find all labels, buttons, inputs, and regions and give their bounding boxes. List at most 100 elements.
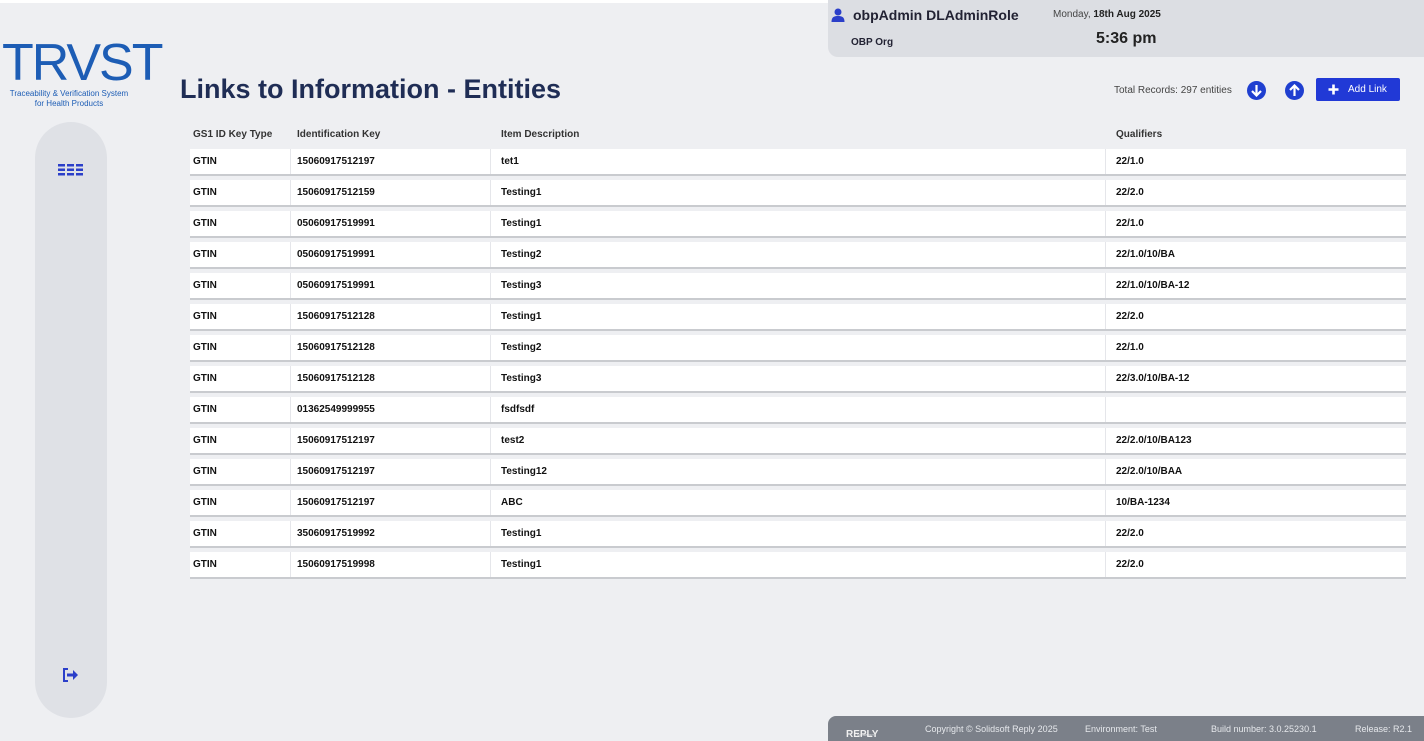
cell-key-type: GTIN xyxy=(193,559,217,570)
column-separator xyxy=(490,366,491,391)
user-icon xyxy=(831,8,845,22)
table-row[interactable]: GTIN 15060917512197 ABC 10/BA-1234 xyxy=(190,490,1406,515)
column-separator xyxy=(290,490,291,515)
cell-identification-key: 15060917512128 xyxy=(297,342,375,353)
arrow-up-icon xyxy=(1289,84,1300,96)
cell-key-type: GTIN xyxy=(193,497,217,508)
column-header-key-type[interactable]: GS1 ID Key Type xyxy=(193,129,272,140)
column-separator xyxy=(1105,428,1106,453)
table-row[interactable]: GTIN 15060917512128 Testing1 22/2.0 xyxy=(190,304,1406,329)
column-separator xyxy=(290,552,291,577)
cell-identification-key: 15060917512128 xyxy=(297,311,375,322)
column-separator xyxy=(490,180,491,205)
cell-identification-key: 15060917512197 xyxy=(297,466,375,477)
cell-item-description: Testing1 xyxy=(501,311,542,322)
logo-subtitle: Traceability & Verification System for H… xyxy=(0,89,144,109)
cell-item-description: Testing3 xyxy=(501,373,542,384)
cell-identification-key: 05060917519991 xyxy=(297,249,375,260)
column-separator xyxy=(290,211,291,236)
column-separator xyxy=(490,149,491,174)
cell-key-type: GTIN xyxy=(193,466,217,477)
column-separator xyxy=(490,521,491,546)
column-separator xyxy=(1105,211,1106,236)
column-separator xyxy=(490,335,491,360)
column-separator xyxy=(490,211,491,236)
cell-identification-key: 15060917512197 xyxy=(297,156,375,167)
cell-qualifiers: 22/2.0 xyxy=(1116,559,1144,570)
cell-key-type: GTIN xyxy=(193,218,217,229)
cell-identification-key: 15060917512197 xyxy=(297,497,375,508)
column-separator xyxy=(290,304,291,329)
logout-icon[interactable] xyxy=(62,668,80,682)
logo-subtitle-line2: for Health Products xyxy=(34,99,104,108)
sort-down-button[interactable] xyxy=(1247,81,1266,100)
logo-mark: TRVST xyxy=(2,34,164,92)
footer-build: Build number: 3.0.25230.1 xyxy=(1211,724,1317,734)
cell-identification-key: 05060917519991 xyxy=(297,280,375,291)
cell-identification-key: 01362549999955 xyxy=(297,404,375,415)
cell-identification-key: 15060917512197 xyxy=(297,435,375,446)
table-row[interactable]: GTIN 15060917512197 Testing12 22/2.0/10/BAA xyxy=(190,459,1406,484)
cell-identification-key: 15060917512159 xyxy=(297,187,375,198)
cell-item-description: Testing1 xyxy=(501,218,542,229)
column-header-identification-key[interactable]: Identification Key xyxy=(297,129,380,140)
column-separator xyxy=(290,149,291,174)
column-header-qualifiers[interactable]: Qualifiers xyxy=(1116,129,1162,140)
table-row[interactable]: GTIN 15060917512197 tet1 22/1.0 xyxy=(190,149,1406,174)
table-row[interactable]: GTIN 15060917512159 Testing1 22/2.0 xyxy=(190,180,1406,205)
date-display: Monday, 18th Aug 2025 xyxy=(1053,9,1161,20)
column-separator xyxy=(1105,459,1106,484)
table-row[interactable]: GTIN 15060917512128 Testing3 22/3.0/10/BA-1… xyxy=(190,366,1406,391)
column-separator xyxy=(490,490,491,515)
column-header-item-description[interactable]: Item Description xyxy=(501,129,579,140)
cell-qualifiers: 22/1.0 xyxy=(1116,156,1144,167)
column-separator xyxy=(1105,180,1106,205)
add-link-label: Add Link xyxy=(1348,84,1387,95)
sidebar xyxy=(35,122,107,718)
column-separator xyxy=(490,242,491,267)
column-separator xyxy=(1105,149,1106,174)
column-separator xyxy=(290,459,291,484)
cell-qualifiers: 22/2.0 xyxy=(1116,528,1144,539)
table-row[interactable]: GTIN 35060917519992 Testing1 22/2.0 xyxy=(190,521,1406,546)
cell-qualifiers: 22/2.0 xyxy=(1116,187,1144,198)
reply-brand-sub: SOLIDSOFT xyxy=(857,733,875,737)
column-separator xyxy=(1105,242,1106,267)
add-link-button[interactable]: Add Link xyxy=(1316,78,1400,101)
plus-icon xyxy=(1328,84,1339,95)
column-separator xyxy=(1105,490,1106,515)
cell-qualifiers: 22/1.0/10/BA xyxy=(1116,249,1175,260)
column-separator xyxy=(490,273,491,298)
cell-key-type: GTIN xyxy=(193,311,217,322)
table-row[interactable]: GTIN 05060917519991 Testing3 22/1.0/10/BA-1… xyxy=(190,273,1406,298)
cell-qualifiers: 22/2.0 xyxy=(1116,311,1144,322)
column-separator xyxy=(1105,304,1106,329)
sort-up-button[interactable] xyxy=(1285,81,1304,100)
table-body: GTIN 15060917512197 tet1 22/1.0 GTIN 15060917… xyxy=(190,149,1406,577)
table-row[interactable]: GTIN 05060917519991 Testing1 22/1.0 xyxy=(190,211,1406,236)
column-separator xyxy=(1105,335,1106,360)
table-row[interactable]: GTIN 15060917512197 test2 22/2.0/10/BA123 xyxy=(190,428,1406,453)
grid-menu-icon[interactable] xyxy=(58,162,84,178)
cell-item-description: Testing1 xyxy=(501,559,542,570)
logo-subtitle-line1: Traceability & Verification System xyxy=(9,89,129,98)
table-row[interactable]: GTIN 05060917519991 Testing2 22/1.0/10/BA xyxy=(190,242,1406,267)
cell-key-type: GTIN xyxy=(193,156,217,167)
column-separator xyxy=(1105,397,1106,422)
table-row[interactable]: GTIN 01362549999955 fsdfsdf xyxy=(190,397,1406,422)
cell-qualifiers: 22/3.0/10/BA-12 xyxy=(1116,373,1190,384)
table-row[interactable]: GTIN 15060917519998 Testing1 22/2.0 xyxy=(190,552,1406,577)
cell-item-description: ABC xyxy=(501,497,523,508)
cell-qualifiers: 22/2.0/10/BAA xyxy=(1116,466,1183,477)
cell-qualifiers: 22/2.0/10/BA123 xyxy=(1116,435,1192,446)
footer: REPLY SOLIDSOFT Copyright © Solidsoft Re… xyxy=(828,716,1424,741)
cell-identification-key: 05060917519991 xyxy=(297,218,375,229)
cell-qualifiers: 10/BA-1234 xyxy=(1116,497,1170,508)
cell-qualifiers: 22/1.0 xyxy=(1116,218,1144,229)
cell-key-type: GTIN xyxy=(193,435,217,446)
footer-release: Release: R2.1 xyxy=(1355,724,1413,734)
table-row[interactable]: GTIN 15060917512128 Testing2 22/1.0 xyxy=(190,335,1406,360)
date-label: 18th Aug 2025 xyxy=(1093,9,1161,20)
cell-identification-key: 15060917512128 xyxy=(297,373,375,384)
cell-key-type: GTIN xyxy=(193,404,217,415)
